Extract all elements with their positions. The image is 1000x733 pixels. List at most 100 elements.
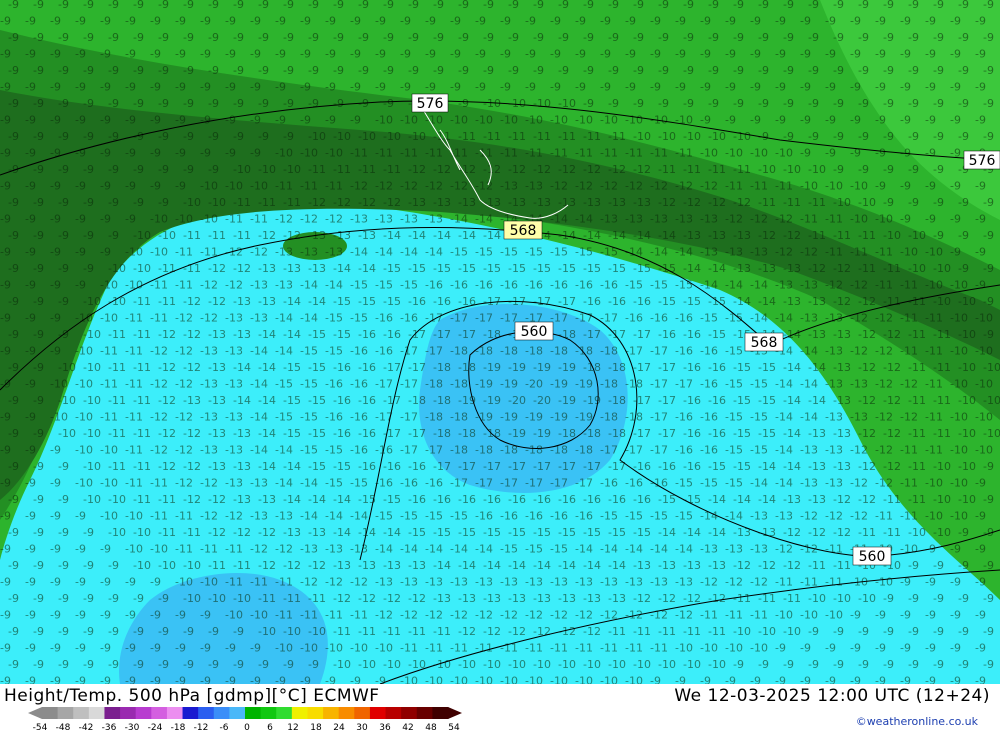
- svg-text:-9: -9: [958, 130, 969, 143]
- svg-text:-12: -12: [308, 196, 326, 209]
- svg-text:-9: -9: [0, 48, 11, 61]
- svg-text:-12: -12: [850, 444, 868, 457]
- svg-text:-9: -9: [858, 658, 869, 671]
- svg-text:-9: -9: [58, 658, 69, 671]
- svg-text:-11: -11: [825, 246, 843, 259]
- svg-text:-14: -14: [483, 559, 501, 572]
- svg-text:-15: -15: [725, 345, 743, 358]
- svg-text:-9: -9: [925, 147, 936, 160]
- svg-text:-9: -9: [33, 526, 44, 539]
- svg-text:-9: -9: [108, 625, 119, 638]
- svg-text:-9: -9: [200, 114, 211, 127]
- svg-text:-15: -15: [625, 510, 643, 523]
- scale-tick-label: -42: [79, 723, 94, 731]
- svg-text:-9: -9: [875, 675, 886, 685]
- svg-text:-9: -9: [658, 31, 669, 44]
- svg-text:-9: -9: [100, 180, 111, 193]
- svg-text:-13: -13: [850, 411, 868, 424]
- svg-text:-11: -11: [275, 609, 293, 622]
- svg-text:-10: -10: [908, 229, 926, 242]
- svg-text:-10: -10: [958, 460, 976, 473]
- svg-text:-9: -9: [383, 31, 394, 44]
- svg-text:-12: -12: [800, 246, 818, 259]
- svg-text:-16: -16: [458, 493, 476, 506]
- svg-text:-12: -12: [250, 543, 268, 556]
- svg-text:-12: -12: [750, 213, 768, 226]
- svg-text:-9: -9: [25, 609, 36, 622]
- svg-text:-9: -9: [925, 576, 936, 589]
- svg-text:-9: -9: [450, 81, 461, 94]
- svg-text:-12: -12: [533, 163, 551, 176]
- svg-text:-15: -15: [533, 526, 551, 539]
- svg-text:-10: -10: [575, 114, 593, 127]
- svg-text:-12: -12: [833, 526, 851, 539]
- svg-text:-16: -16: [700, 411, 718, 424]
- svg-text:-9: -9: [75, 510, 86, 523]
- svg-text:-9: -9: [50, 213, 61, 226]
- svg-text:-10: -10: [800, 180, 818, 193]
- svg-text:-9: -9: [283, 97, 294, 110]
- svg-text:-9: -9: [108, 97, 119, 110]
- svg-text:-16: -16: [450, 279, 468, 292]
- svg-text:-9: -9: [983, 460, 994, 473]
- svg-text:-11: -11: [675, 147, 693, 160]
- svg-text:-13: -13: [225, 477, 243, 490]
- svg-text:-11: -11: [108, 460, 126, 473]
- svg-text:-9: -9: [458, 97, 469, 110]
- svg-text:-9: -9: [33, 361, 44, 374]
- svg-text:-12: -12: [183, 427, 201, 440]
- svg-text:-9: -9: [125, 675, 136, 685]
- svg-text:-13: -13: [225, 378, 243, 391]
- svg-text:-11: -11: [550, 642, 568, 655]
- svg-text:-14: -14: [250, 378, 268, 391]
- svg-text:-13: -13: [733, 229, 751, 242]
- svg-text:-12: -12: [383, 196, 401, 209]
- svg-text:-18: -18: [583, 427, 601, 440]
- svg-text:-9: -9: [275, 675, 286, 685]
- svg-text:-11: -11: [925, 312, 943, 325]
- svg-text:-9: -9: [158, 64, 169, 77]
- svg-text:-9: -9: [608, 0, 619, 11]
- svg-text:-9: -9: [150, 81, 161, 94]
- svg-text:-9: -9: [58, 0, 69, 11]
- svg-text:-10: -10: [408, 130, 426, 143]
- svg-text:-18: -18: [608, 394, 626, 407]
- svg-text:-9: -9: [0, 213, 11, 226]
- svg-text:-11: -11: [600, 642, 618, 655]
- svg-text:-9: -9: [758, 658, 769, 671]
- svg-text:-13: -13: [775, 279, 793, 292]
- svg-text:-9: -9: [525, 48, 536, 61]
- scale-swatch: [151, 707, 168, 719]
- svg-text:-9: -9: [125, 213, 136, 226]
- svg-text:-17: -17: [425, 312, 443, 325]
- svg-text:-13: -13: [700, 543, 718, 556]
- svg-text:-12: -12: [233, 526, 251, 539]
- svg-text:-15: -15: [375, 279, 393, 292]
- svg-text:-10: -10: [933, 493, 951, 506]
- svg-text:-9: -9: [100, 609, 111, 622]
- svg-text:-9: -9: [0, 576, 11, 589]
- svg-text:-12: -12: [258, 559, 276, 572]
- svg-text:-9: -9: [33, 625, 44, 638]
- svg-text:-18: -18: [500, 345, 518, 358]
- svg-text:-9: -9: [583, 97, 594, 110]
- svg-text:-16: -16: [575, 279, 593, 292]
- credit-link[interactable]: ©weatheronline.co.uk: [856, 715, 978, 728]
- svg-text:-9: -9: [200, 15, 211, 28]
- svg-text:-9: -9: [633, 64, 644, 77]
- svg-text:-10: -10: [975, 411, 993, 424]
- svg-text:-17: -17: [658, 361, 676, 374]
- svg-text:-9: -9: [425, 48, 436, 61]
- svg-text:-15: -15: [300, 378, 318, 391]
- svg-text:-13: -13: [783, 295, 801, 308]
- svg-text:-9: -9: [83, 262, 94, 275]
- svg-text:-15: -15: [633, 262, 651, 275]
- svg-text:-9: -9: [225, 48, 236, 61]
- svg-text:-10: -10: [950, 411, 968, 424]
- svg-text:-12: -12: [183, 460, 201, 473]
- svg-text:-17: -17: [658, 394, 676, 407]
- svg-text:-9: -9: [158, 625, 169, 638]
- svg-text:-10: -10: [225, 180, 243, 193]
- svg-text:-10: -10: [950, 312, 968, 325]
- svg-text:-13: -13: [575, 576, 593, 589]
